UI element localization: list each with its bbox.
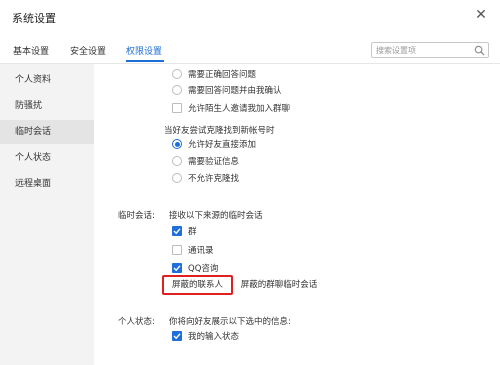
- sidebar-item-temp-session[interactable]: 临时会话: [0, 120, 94, 144]
- window-title: 系统设置: [12, 12, 56, 25]
- temp-session-section-label: 临时会话:: [118, 211, 155, 221]
- checkmark-icon: [173, 228, 181, 235]
- option-need-verify[interactable]: 需要验证信息: [172, 155, 239, 167]
- personal-status-section-label: 个人状态:: [118, 317, 155, 327]
- checkbox-contacts[interactable]: [172, 245, 182, 255]
- option-answer-and-confirm[interactable]: 需要回答问题并由我确认: [172, 84, 282, 96]
- checkbox-group[interactable]: [172, 226, 182, 236]
- option-label: 需要验证信息: [188, 157, 240, 167]
- close-icon: ✕: [475, 7, 487, 23]
- option-label: 需要正确回答问题: [188, 70, 257, 80]
- option-label: 允许陌生人邀请我加入群聊: [188, 104, 291, 114]
- title-bar: 系统设置 ✕: [0, 0, 500, 34]
- sidebar: 个人资料 防骚扰 临时会话 个人状态 远程桌面: [0, 64, 94, 365]
- sidebar-item-personal-status[interactable]: 个人状态: [0, 146, 94, 170]
- option-contacts[interactable]: 通讯录: [172, 244, 214, 256]
- tab-security-settings[interactable]: 安全设置: [70, 44, 106, 57]
- sidebar-item-anti-harassment[interactable]: 防骚扰: [0, 94, 94, 118]
- radio-correct-answer[interactable]: [172, 69, 182, 79]
- temp-session-description: 接收以下来源的临时会话: [169, 211, 263, 221]
- option-label: 需要回答问题并由我确认: [188, 86, 282, 96]
- blocked-group-chats-button[interactable]: 屏蔽的群聊临时会话: [236, 277, 322, 293]
- active-tab-indicator: [126, 60, 164, 62]
- settings-content: 需要正确回答问题 需要回答问题并由我确认 允许陌生人邀请我加入群聊 当好友尝试克…: [94, 64, 500, 365]
- option-qq-consult[interactable]: QQ咨询: [172, 262, 218, 274]
- find-new-account-heading: 当好友尝试克隆找到新帐号时: [164, 126, 275, 136]
- option-typing-status[interactable]: 我的输入状态: [172, 330, 239, 342]
- option-label: 允许好友直接添加: [188, 140, 257, 150]
- radio-answer-and-confirm[interactable]: [172, 85, 182, 95]
- tab-permission-settings[interactable]: 权限设置: [126, 44, 162, 57]
- option-label: 我的输入状态: [188, 332, 240, 342]
- sidebar-item-profile[interactable]: 个人资料: [0, 68, 94, 92]
- option-group[interactable]: 群: [172, 225, 197, 237]
- search-icon[interactable]: [474, 45, 485, 56]
- radio-need-verify[interactable]: [172, 156, 182, 166]
- search-input[interactable]: [376, 44, 472, 56]
- option-label: QQ咨询: [188, 264, 219, 274]
- option-correct-answer[interactable]: 需要正确回答问题: [172, 68, 256, 80]
- checkmark-icon: [173, 333, 181, 340]
- option-label: 通讯录: [188, 246, 214, 256]
- option-label: 群: [188, 227, 197, 237]
- tabs-bar: 基本设置 安全设置 权限设置: [0, 34, 500, 64]
- radio-disallow-clone[interactable]: [172, 173, 182, 183]
- option-allow-direct-add[interactable]: 允许好友直接添加: [172, 138, 256, 150]
- checkbox-typing-status[interactable]: [172, 331, 182, 341]
- search-box[interactable]: [371, 42, 489, 58]
- option-disallow-clone[interactable]: 不允许克隆找: [172, 172, 239, 184]
- close-button[interactable]: ✕: [472, 6, 490, 24]
- settings-window: 系统设置 ✕ 基本设置 安全设置 权限设置 个人资料 防骚扰 临时会话 个人状态…: [0, 0, 500, 365]
- checkbox-stranger-invite[interactable]: [172, 103, 182, 113]
- personal-status-description: 你将向好友展示以下选中的信息:: [169, 317, 291, 327]
- tab-basic-settings[interactable]: 基本设置: [13, 44, 49, 57]
- option-stranger-invite[interactable]: 允许陌生人邀请我加入群聊: [172, 102, 290, 114]
- checkbox-qq-consult[interactable]: [172, 263, 182, 273]
- radio-allow-direct-add[interactable]: [172, 139, 182, 149]
- checkmark-icon: [173, 265, 181, 272]
- option-label: 不允许克隆找: [188, 174, 240, 184]
- sidebar-item-remote-desktop[interactable]: 远程桌面: [0, 172, 94, 196]
- blocked-contacts-button[interactable]: 屏蔽的联系人: [162, 275, 233, 295]
